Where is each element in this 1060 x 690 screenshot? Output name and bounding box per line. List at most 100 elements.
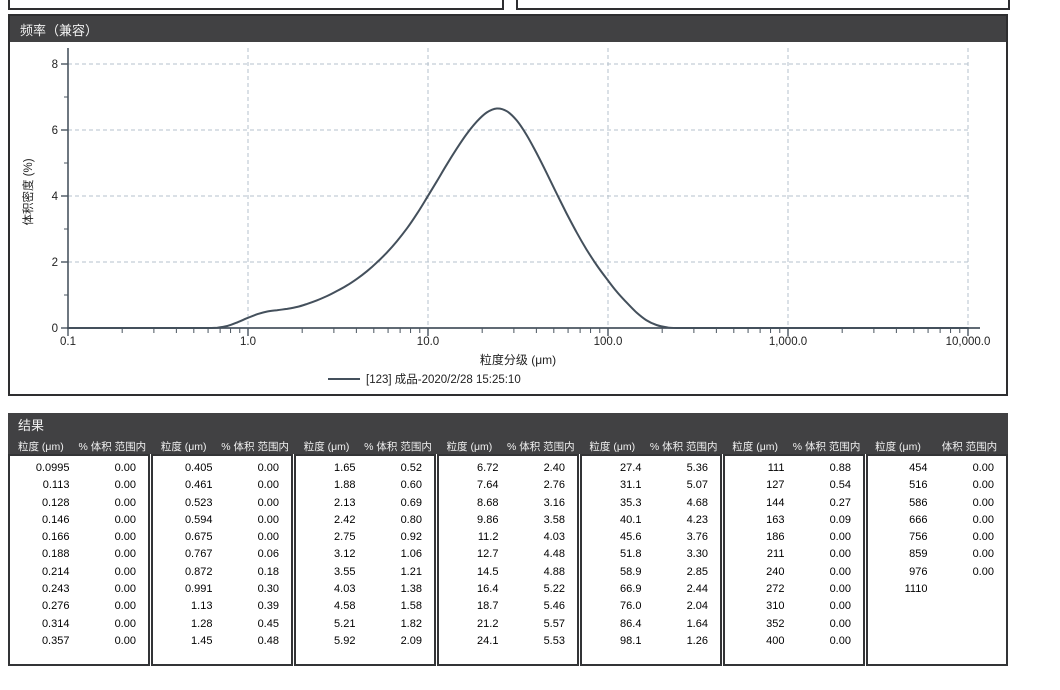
results-column-box-6: 1110.881270.541440.271630.091860.002110.… (723, 454, 865, 666)
table-row: 3.121.06 (296, 546, 434, 563)
size-cell: 0.113 (10, 477, 73, 494)
pct-cell: 0.39 (216, 598, 291, 615)
size-cell: 0.314 (10, 616, 73, 633)
size-cell: 0.357 (10, 633, 73, 650)
table-row: 5860.00 (868, 495, 1006, 512)
table-row: 1630.09 (725, 512, 863, 529)
pct-cell: 0.00 (931, 529, 1006, 546)
size-cell: 516 (868, 477, 931, 494)
pct-cell: 4.68 (645, 495, 720, 512)
size-cell: 240 (725, 564, 788, 581)
table-row: 1110 (868, 581, 1006, 598)
table-row: 8.683.16 (439, 495, 577, 512)
size-cell: 756 (868, 529, 931, 546)
size-cell: 5.92 (296, 633, 359, 650)
table-row: 0.8720.18 (153, 564, 291, 581)
table-row: 0.1130.00 (10, 477, 148, 494)
size-cell: 35.3 (582, 495, 645, 512)
pct-cell: 0.00 (216, 512, 291, 529)
size-header: 粒度 (μm) (437, 439, 503, 454)
table-row: 7560.00 (868, 529, 1006, 546)
size-cell: 5.21 (296, 616, 359, 633)
frequency-chart-svg: 0.11.010.0100.01,000.010,000.002468体积密度 … (10, 42, 1006, 394)
size-cell: 27.4 (582, 460, 645, 477)
table-row: 18.75.46 (439, 598, 577, 615)
size-cell: 211 (725, 546, 788, 563)
table-row: 16.45.22 (439, 581, 577, 598)
pct-cell: 4.88 (502, 564, 577, 581)
frequency-panel: 频率（兼容） 0.11.010.0100.01,000.010,000.0024… (8, 14, 1008, 396)
size-cell: 14.5 (439, 564, 502, 581)
pct-cell: 2.09 (359, 633, 434, 650)
pct-cell: 0.00 (73, 598, 148, 615)
size-cell: 0.0995 (10, 460, 73, 477)
pct-cell: 1.38 (359, 581, 434, 598)
size-cell: 11.2 (439, 529, 502, 546)
size-header: 粒度 (μm) (151, 439, 217, 454)
table-row: 5.211.82 (296, 616, 434, 633)
table-row: 5.922.09 (296, 633, 434, 650)
table-row: 58.92.85 (582, 564, 720, 581)
pct-cell: 0.00 (931, 564, 1006, 581)
table-row: 0.4050.00 (153, 460, 291, 477)
table-row: 1.280.45 (153, 616, 291, 633)
pct-header: % 体积 范围内 (788, 439, 865, 454)
table-row: 1.450.48 (153, 633, 291, 650)
size-cell: 144 (725, 495, 788, 512)
pct-cell: 0.00 (931, 460, 1006, 477)
table-row: 1.650.52 (296, 460, 434, 477)
pct-cell: 2.40 (502, 460, 577, 477)
size-cell: 45.6 (582, 529, 645, 546)
table-row: 12.74.48 (439, 546, 577, 563)
frequency-chart: 0.11.010.0100.01,000.010,000.002468体积密度 … (10, 42, 1006, 394)
size-cell: 31.1 (582, 477, 645, 494)
pct-cell: 5.07 (645, 477, 720, 494)
table-row: 51.83.30 (582, 546, 720, 563)
pct-cell: 0.00 (73, 581, 148, 598)
y-tick-label: 0 (52, 323, 58, 335)
pct-cell: 1.64 (645, 616, 720, 633)
table-row: 31.15.07 (582, 477, 720, 494)
size-cell: 0.767 (153, 546, 216, 563)
table-row: 86.41.64 (582, 616, 720, 633)
pct-cell: 0.00 (73, 529, 148, 546)
size-cell: 0.146 (10, 512, 73, 529)
table-row: 6.722.40 (439, 460, 577, 477)
pct-cell: 0.00 (73, 546, 148, 563)
pct-cell: 0.60 (359, 477, 434, 494)
size-cell: 40.1 (582, 512, 645, 529)
legend-label: [123] 成品-2020/2/28 15:25:10 (366, 373, 521, 386)
size-cell: 0.594 (153, 512, 216, 529)
results-column-box-2: 0.4050.000.4610.000.5230.000.5940.000.67… (151, 454, 293, 666)
size-cell: 0.405 (153, 460, 216, 477)
pct-cell: 1.21 (359, 564, 434, 581)
size-cell: 2.42 (296, 512, 359, 529)
size-cell: 0.243 (10, 581, 73, 598)
table-row: 0.1280.00 (10, 495, 148, 512)
table-row: 35.34.68 (582, 495, 720, 512)
pct-cell: 5.22 (502, 581, 577, 598)
size-header: 粒度 (μm) (8, 439, 74, 454)
results-col-header-6: 粒度 (μm)% 体积 范围内 (722, 439, 865, 454)
pct-cell: 0.09 (788, 512, 863, 529)
size-cell: 0.166 (10, 529, 73, 546)
size-cell: 18.7 (439, 598, 502, 615)
table-row: 8590.00 (868, 546, 1006, 563)
size-cell: 454 (868, 460, 931, 477)
table-row: 2.750.92 (296, 529, 434, 546)
pct-cell: 0.00 (931, 495, 1006, 512)
size-cell: 0.675 (153, 529, 216, 546)
table-row: 98.11.26 (582, 633, 720, 650)
table-row: 2110.00 (725, 546, 863, 563)
table-row: 0.3140.00 (10, 616, 148, 633)
pct-cell: 0.00 (73, 616, 148, 633)
pct-cell: 5.36 (645, 460, 720, 477)
size-cell: 0.214 (10, 564, 73, 581)
x-tick-label: 10.0 (417, 336, 439, 348)
size-cell: 352 (725, 616, 788, 633)
table-row: 0.09950.00 (10, 460, 148, 477)
size-cell: 1.28 (153, 616, 216, 633)
size-cell: 4.58 (296, 598, 359, 615)
table-row: 21.25.57 (439, 616, 577, 633)
size-cell: 163 (725, 512, 788, 529)
